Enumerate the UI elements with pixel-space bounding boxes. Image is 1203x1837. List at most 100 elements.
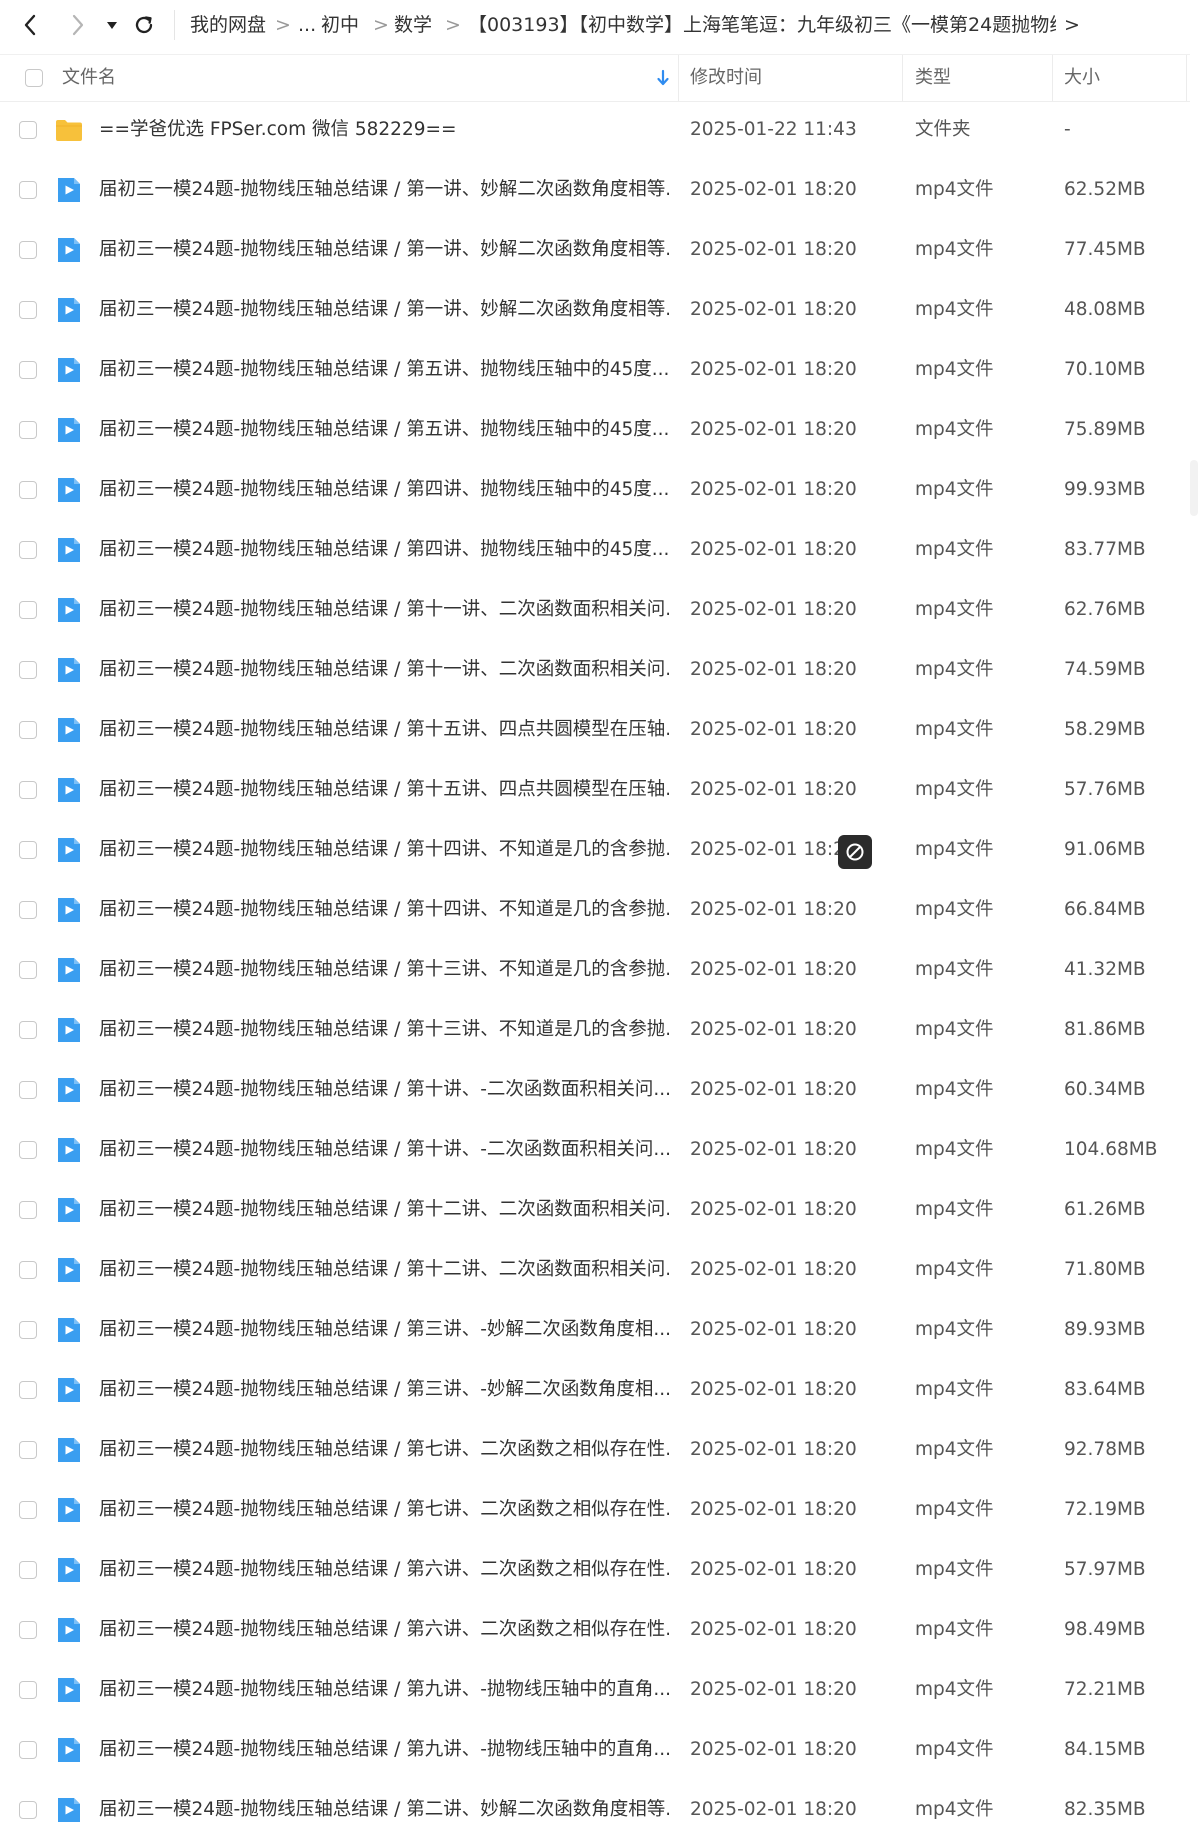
- breadcrumb-item-ellipsis[interactable]: ...: [298, 0, 316, 50]
- row-checkbox[interactable]: [19, 1441, 37, 1459]
- column-header-name[interactable]: 文件名: [62, 55, 116, 101]
- file-name[interactable]: 届初三一模24题-抛物线压轴总结课 / 第一讲、妙解二次函数角度相等...: [99, 220, 669, 280]
- file-name[interactable]: 届初三一模24题-抛物线压轴总结课 / 第九讲、-抛物线压轴中的直角...: [99, 1660, 669, 1720]
- select-all-checkbox[interactable]: [25, 69, 43, 87]
- file-name[interactable]: 届初三一模24题-抛物线压轴总结课 / 第十二讲、二次函数面积相关问...: [99, 1180, 669, 1240]
- row-checkbox[interactable]: [19, 781, 37, 799]
- file-name[interactable]: 届初三一模24题-抛物线压轴总结课 / 第十一讲、二次函数面积相关问...: [99, 580, 669, 640]
- row-checkbox[interactable]: [19, 961, 37, 979]
- file-row[interactable]: 届初三一模24题-抛物线压轴总结课 / 第十一讲、二次函数面积相关问... 202…: [0, 640, 1190, 700]
- row-checkbox[interactable]: [19, 481, 37, 499]
- row-checkbox[interactable]: [19, 421, 37, 439]
- row-checkbox[interactable]: [19, 1021, 37, 1039]
- row-checkbox[interactable]: [19, 601, 37, 619]
- file-name[interactable]: 届初三一模24题-抛物线压轴总结课 / 第十二讲、二次函数面积相关问...: [99, 1240, 669, 1300]
- row-checkbox[interactable]: [19, 1381, 37, 1399]
- file-row[interactable]: 届初三一模24题-抛物线压轴总结课 / 第一讲、妙解二次函数角度相等... 202…: [0, 220, 1190, 280]
- row-checkbox[interactable]: [19, 1261, 37, 1279]
- row-checkbox[interactable]: [19, 361, 37, 379]
- file-row[interactable]: 届初三一模24题-抛物线压轴总结课 / 第十四讲、不知道是几的含参抛... 202…: [0, 880, 1190, 940]
- file-name[interactable]: 届初三一模24题-抛物线压轴总结课 / 第二讲、妙解二次函数角度相等...: [99, 1780, 669, 1837]
- forward-button[interactable]: [64, 0, 92, 50]
- file-row[interactable]: 届初三一模24题-抛物线压轴总结课 / 第十一讲、二次函数面积相关问... 202…: [0, 580, 1190, 640]
- file-row[interactable]: 届初三一模24题-抛物线压轴总结课 / 第七讲、二次函数之相似存在性... 202…: [0, 1420, 1190, 1480]
- file-name[interactable]: 届初三一模24题-抛物线压轴总结课 / 第十五讲、四点共圆模型在压轴...: [99, 700, 669, 760]
- row-checkbox[interactable]: [19, 1321, 37, 1339]
- file-name[interactable]: 届初三一模24题-抛物线压轴总结课 / 第四讲、抛物线压轴中的45度...: [99, 520, 669, 580]
- back-button[interactable]: [16, 0, 44, 50]
- column-divider[interactable]: [678, 55, 679, 101]
- breadcrumb-item-junior[interactable]: 初中: [321, 0, 359, 50]
- row-checkbox[interactable]: [19, 541, 37, 559]
- row-checkbox[interactable]: [19, 1621, 37, 1639]
- breadcrumb-separator[interactable]: >: [1064, 0, 1080, 50]
- column-divider[interactable]: [902, 55, 903, 101]
- file-name[interactable]: 届初三一模24题-抛物线压轴总结课 / 第三讲、-妙解二次函数角度相...: [99, 1360, 669, 1420]
- breadcrumb-item-root[interactable]: 我的网盘: [190, 0, 266, 50]
- file-row[interactable]: 届初三一模24题-抛物线压轴总结课 / 第十三讲、不知道是几的含参抛... 202…: [0, 940, 1190, 1000]
- row-checkbox[interactable]: [19, 721, 37, 739]
- file-row[interactable]: 届初三一模24题-抛物线压轴总结课 / 第十三讲、不知道是几的含参抛... 202…: [0, 1000, 1190, 1060]
- file-name[interactable]: 届初三一模24题-抛物线压轴总结课 / 第四讲、抛物线压轴中的45度...: [99, 460, 669, 520]
- row-checkbox[interactable]: [19, 1501, 37, 1519]
- file-name[interactable]: 届初三一模24题-抛物线压轴总结课 / 第十三讲、不知道是几的含参抛...: [99, 1000, 669, 1060]
- row-checkbox[interactable]: [19, 841, 37, 859]
- file-name[interactable]: 届初三一模24题-抛物线压轴总结课 / 第六讲、二次函数之相似存在性...: [99, 1600, 669, 1660]
- file-row[interactable]: 届初三一模24题-抛物线压轴总结课 / 第十五讲、四点共圆模型在压轴... 202…: [0, 760, 1190, 820]
- scrollbar-thumb[interactable]: [1190, 460, 1198, 516]
- file-row[interactable]: 届初三一模24题-抛物线压轴总结课 / 第五讲、抛物线压轴中的45度... 202…: [0, 340, 1190, 400]
- history-dropdown-button[interactable]: [102, 0, 122, 50]
- file-row[interactable]: ==学爸优选 FPSer.com 微信 582229== 2025-01-22 1…: [0, 100, 1190, 160]
- file-row[interactable]: 届初三一模24题-抛物线压轴总结课 / 第四讲、抛物线压轴中的45度... 202…: [0, 460, 1190, 520]
- file-name[interactable]: 届初三一模24题-抛物线压轴总结课 / 第一讲、妙解二次函数角度相等...: [99, 280, 669, 340]
- file-row[interactable]: 届初三一模24题-抛物线压轴总结课 / 第七讲、二次函数之相似存在性... 202…: [0, 1480, 1190, 1540]
- file-name[interactable]: 届初三一模24题-抛物线压轴总结课 / 第十讲、-二次函数面积相关问...: [99, 1060, 669, 1120]
- row-checkbox[interactable]: [19, 1561, 37, 1579]
- row-checkbox[interactable]: [19, 1081, 37, 1099]
- file-row[interactable]: 届初三一模24题-抛物线压轴总结课 / 第三讲、-妙解二次函数角度相... 202…: [0, 1300, 1190, 1360]
- row-checkbox[interactable]: [19, 661, 37, 679]
- row-checkbox[interactable]: [19, 121, 37, 139]
- refresh-button[interactable]: [130, 0, 158, 50]
- file-name[interactable]: 届初三一模24题-抛物线压轴总结课 / 第七讲、二次函数之相似存在性...: [99, 1480, 669, 1540]
- file-name[interactable]: 届初三一模24题-抛物线压轴总结课 / 第十五讲、四点共圆模型在压轴...: [99, 760, 669, 820]
- file-row[interactable]: 届初三一模24题-抛物线压轴总结课 / 第六讲、二次函数之相似存在性... 202…: [0, 1600, 1190, 1660]
- file-row[interactable]: 届初三一模24题-抛物线压轴总结课 / 第九讲、-抛物线压轴中的直角... 202…: [0, 1660, 1190, 1720]
- file-name[interactable]: 届初三一模24题-抛物线压轴总结课 / 第六讲、二次函数之相似存在性...: [99, 1540, 669, 1600]
- row-checkbox[interactable]: [19, 241, 37, 259]
- file-row[interactable]: 届初三一模24题-抛物线压轴总结课 / 第十讲、-二次函数面积相关问... 202…: [0, 1060, 1190, 1120]
- file-row[interactable]: 届初三一模24题-抛物线压轴总结课 / 第十五讲、四点共圆模型在压轴... 202…: [0, 700, 1190, 760]
- breadcrumb-item-current[interactable]: 【003193】【初中数学】上海笔笔逗：九年级初三《一模第24题抛物线...: [468, 0, 1056, 50]
- file-name[interactable]: 届初三一模24题-抛物线压轴总结课 / 第十四讲、不知道是几的含参抛...: [99, 880, 669, 940]
- file-row[interactable]: 届初三一模24题-抛物线压轴总结课 / 第六讲、二次函数之相似存在性... 202…: [0, 1540, 1190, 1600]
- file-row[interactable]: 届初三一模24题-抛物线压轴总结课 / 第一讲、妙解二次函数角度相等... 202…: [0, 280, 1190, 340]
- file-row[interactable]: 届初三一模24题-抛物线压轴总结课 / 第二讲、妙解二次函数角度相等... 202…: [0, 1780, 1190, 1837]
- file-row[interactable]: 届初三一模24题-抛物线压轴总结课 / 第十二讲、二次函数面积相关问... 202…: [0, 1240, 1190, 1300]
- row-checkbox[interactable]: [19, 1741, 37, 1759]
- file-name[interactable]: ==学爸优选 FPSer.com 微信 582229==: [99, 100, 669, 160]
- row-checkbox[interactable]: [19, 1201, 37, 1219]
- file-name[interactable]: 届初三一模24题-抛物线压轴总结课 / 第十三讲、不知道是几的含参抛...: [99, 940, 669, 1000]
- row-checkbox[interactable]: [19, 1681, 37, 1699]
- row-checkbox[interactable]: [19, 181, 37, 199]
- file-row[interactable]: 届初三一模24题-抛物线压轴总结课 / 第一讲、妙解二次函数角度相等... 202…: [0, 160, 1190, 220]
- column-header-type[interactable]: 类型: [915, 55, 951, 101]
- column-divider[interactable]: [1052, 55, 1053, 101]
- file-name[interactable]: 届初三一模24题-抛物线压轴总结课 / 第十四讲、不知道是几的含参抛...: [99, 820, 669, 880]
- breadcrumb-item-math[interactable]: 数学: [394, 0, 432, 50]
- column-header-size[interactable]: 大小: [1064, 55, 1100, 101]
- file-row[interactable]: 届初三一模24题-抛物线压轴总结课 / 第三讲、-妙解二次函数角度相... 202…: [0, 1360, 1190, 1420]
- row-checkbox[interactable]: [19, 1141, 37, 1159]
- file-name[interactable]: 届初三一模24题-抛物线压轴总结课 / 第七讲、二次函数之相似存在性...: [99, 1420, 669, 1480]
- file-name[interactable]: 届初三一模24题-抛物线压轴总结课 / 第五讲、抛物线压轴中的45度...: [99, 340, 669, 400]
- file-row[interactable]: 届初三一模24题-抛物线压轴总结课 / 第十讲、-二次函数面积相关问... 202…: [0, 1120, 1190, 1180]
- file-row[interactable]: 届初三一模24题-抛物线压轴总结课 / 第十二讲、二次函数面积相关问... 202…: [0, 1180, 1190, 1240]
- file-name[interactable]: 届初三一模24题-抛物线压轴总结课 / 第五讲、抛物线压轴中的45度...: [99, 400, 669, 460]
- column-header-modified[interactable]: 修改时间: [690, 55, 762, 101]
- row-checkbox[interactable]: [19, 901, 37, 919]
- file-row[interactable]: 届初三一模24题-抛物线压轴总结课 / 第四讲、抛物线压轴中的45度... 202…: [0, 520, 1190, 580]
- file-row[interactable]: 届初三一模24题-抛物线压轴总结课 / 第十四讲、不知道是几的含参抛... 202…: [0, 820, 1190, 880]
- file-name[interactable]: 届初三一模24题-抛物线压轴总结课 / 第一讲、妙解二次函数角度相等...: [99, 160, 669, 220]
- file-name[interactable]: 届初三一模24题-抛物线压轴总结课 / 第十一讲、二次函数面积相关问...: [99, 640, 669, 700]
- column-divider[interactable]: [1186, 55, 1187, 101]
